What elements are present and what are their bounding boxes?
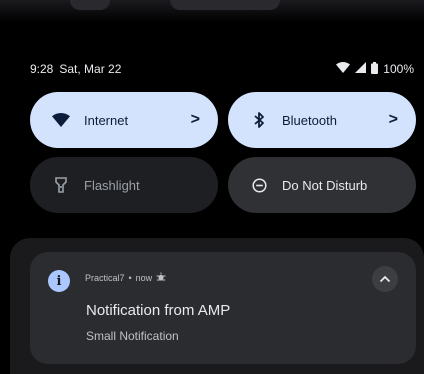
chevron-right-icon: > — [388, 111, 398, 128]
bug-icon — [156, 272, 166, 284]
flashlight-tile[interactable]: Flashlight — [30, 157, 218, 213]
cellular-signal-icon — [355, 62, 367, 76]
notification-header: Practical7 • now — [85, 272, 166, 284]
do-not-disturb-tile[interactable]: Do Not Disturb — [228, 157, 416, 213]
do-not-disturb-label: Do Not Disturb — [282, 177, 368, 193]
wifi-icon — [336, 62, 351, 76]
system-top-edge — [0, 0, 424, 22]
partial-element — [70, 0, 110, 10]
notification-card[interactable]: i Practical7 • now Notification from AMP… — [30, 252, 416, 364]
wifi-icon — [50, 109, 72, 131]
internet-label: Internet — [84, 112, 129, 128]
info-icon: i — [48, 270, 70, 292]
bluetooth-tile[interactable]: Bluetooth > — [228, 92, 416, 148]
partial-element — [170, 0, 280, 10]
internet-tile[interactable]: Internet > — [30, 92, 218, 148]
chevron-right-icon: > — [190, 111, 200, 128]
bluetooth-label: Bluetooth — [282, 112, 337, 128]
chevron-up-icon — [379, 270, 391, 288]
app-name: Practical7 — [85, 273, 125, 283]
battery-percent: 100% — [383, 62, 414, 76]
expand-notification-button[interactable] — [372, 266, 398, 292]
status-time: 9:28 — [30, 62, 54, 76]
status-date[interactable]: Sat, Mar 22 — [59, 62, 121, 76]
notification-text: Small Notification — [86, 329, 179, 343]
bluetooth-icon — [248, 109, 270, 131]
flashlight-label: Flashlight — [84, 177, 140, 193]
separator: • — [128, 273, 132, 283]
notification-time: now — [135, 273, 153, 283]
battery-icon — [371, 61, 379, 77]
flashlight-icon — [50, 174, 72, 196]
status-bar: 9:28 Sat, Mar 22 100% — [30, 60, 414, 78]
do-not-disturb-icon — [248, 174, 270, 196]
notification-title: Notification from AMP — [86, 302, 231, 319]
